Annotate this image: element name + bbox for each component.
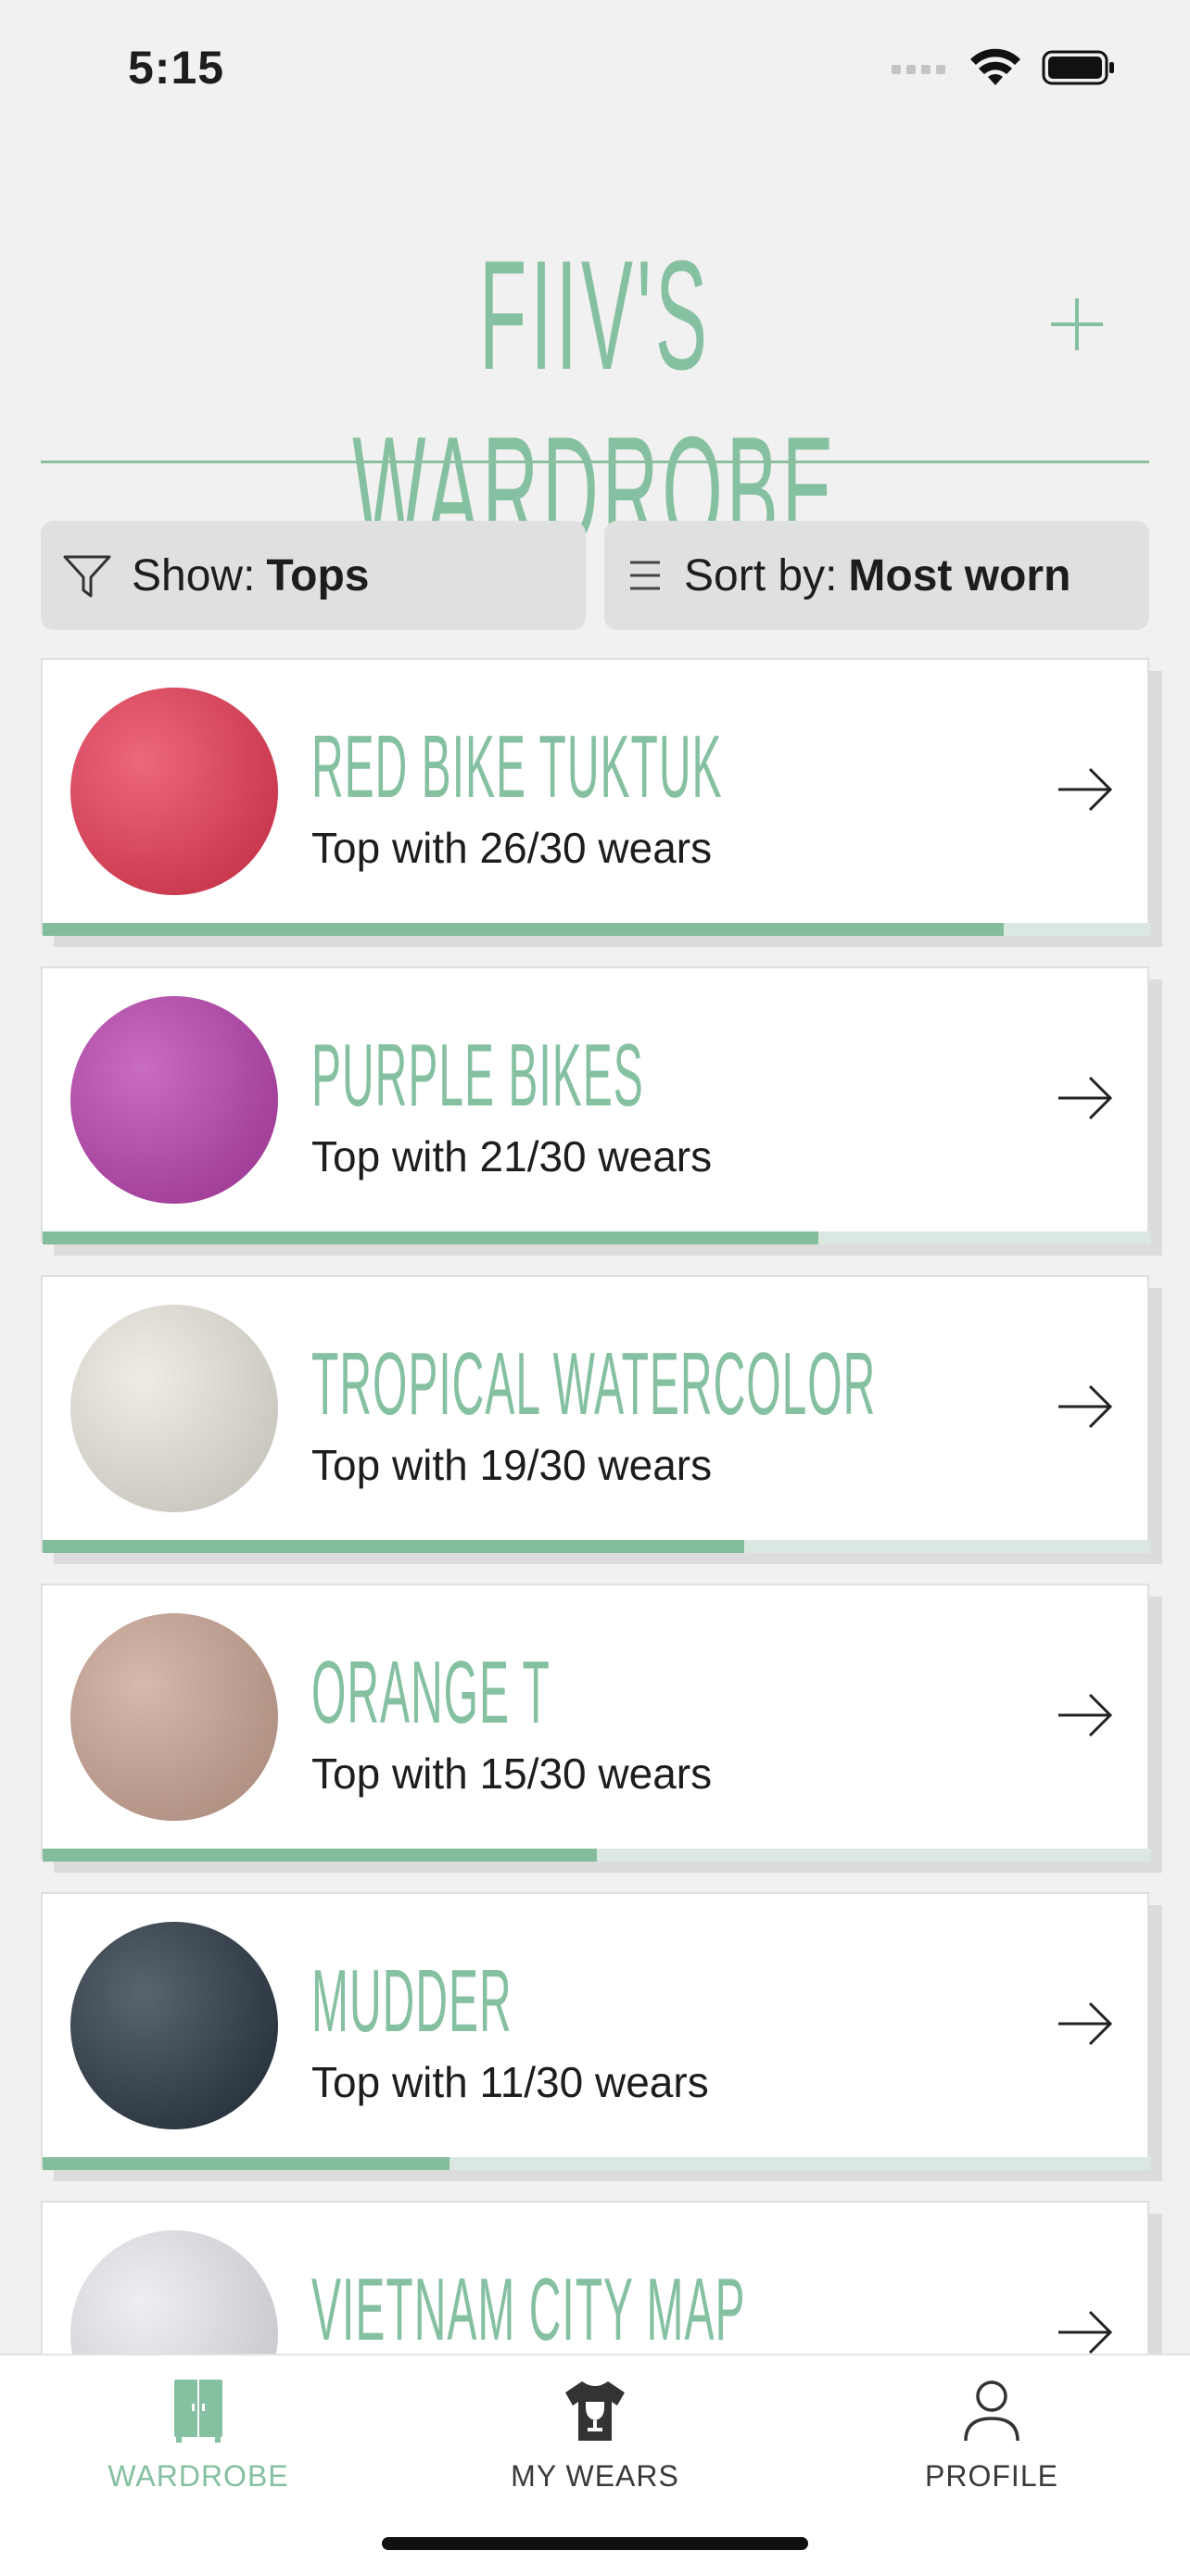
show-filter-button[interactable]: Show: Tops: [41, 521, 586, 630]
list-item[interactable]: TROPICAL WATERCOLOR Top with 19/30 wears: [41, 1275, 1162, 1564]
wear-progress-track: [43, 2157, 1151, 2170]
status-icons: [892, 44, 1116, 91]
wear-progress-fill: [43, 1540, 745, 1553]
plus-icon: [1051, 298, 1103, 350]
item-wear-count: Top with 21/30 wears: [311, 1132, 713, 1181]
item-name: TROPICAL WATERCOLOR: [311, 1334, 877, 1433]
cellular-signal-icon: [892, 65, 945, 74]
tshirt-trophy-icon: [565, 2381, 625, 2441]
arrow-right-icon[interactable]: [1053, 757, 1118, 822]
item-name: MUDDER: [311, 1951, 513, 2051]
show-filter-label: Show:: [132, 550, 256, 600]
card-face: RED BIKE TUKTUK Top with 26/30 wears: [41, 658, 1151, 936]
wardrobe-icon: [174, 2380, 222, 2443]
item-thumbnail: [70, 996, 278, 1204]
list-item[interactable]: MUDDER Top with 11/30 wears: [41, 1892, 1162, 2181]
wifi-icon: [970, 48, 1020, 85]
wear-progress-track: [43, 923, 1151, 936]
item-wear-count: Top with 11/30 wears: [311, 2058, 709, 2106]
list-item[interactable]: ORANGE T Top with 15/30 wears: [41, 1584, 1162, 1873]
wear-progress-track: [43, 1849, 1151, 1862]
status-time: 5:15: [128, 42, 225, 94]
wear-progress-fill: [43, 923, 1004, 936]
item-name: RED BIKE TUKTUK: [311, 717, 723, 816]
tab-my-wears-label: MY WEARS: [511, 2459, 679, 2493]
wear-progress-fill: [43, 2157, 449, 2170]
item-wear-count: Top with 19/30 wears: [311, 1441, 713, 1489]
card-face: ORANGE T Top with 15/30 wears: [41, 1584, 1151, 1862]
list-item[interactable]: RED BIKE TUKTUK Top with 26/30 wears: [41, 658, 1162, 947]
filter-icon: [61, 549, 113, 601]
sort-lines-icon: [625, 555, 665, 596]
tab-profile-label: PROFILE: [925, 2459, 1058, 2493]
add-item-button[interactable]: [1040, 287, 1114, 361]
wear-progress-track: [43, 1540, 1151, 1553]
sort-value: Most worn: [848, 550, 1071, 600]
item-thumbnail: [70, 2230, 278, 2354]
battery-icon: [1042, 50, 1114, 85]
card-face: PURPLE BIKES Top with 21/30 wears: [41, 966, 1151, 1244]
wear-progress-track: [43, 1231, 1151, 1244]
item-name: ORANGE T: [311, 1643, 551, 1742]
arrow-right-icon[interactable]: [1053, 1991, 1118, 2056]
item-name: VIETNAM CITY MAP: [311, 2260, 746, 2355]
card-face: TROPICAL WATERCOLOR Top with 19/30 wears: [41, 1275, 1151, 1553]
wardrobe-list[interactable]: RED BIKE TUKTUK Top with 26/30 wears PURPL…: [41, 658, 1166, 2354]
item-thumbnail: [70, 1305, 278, 1512]
item-thumbnail: [70, 688, 278, 895]
item-wear-count: Top with 26/30 wears: [311, 824, 713, 872]
item-name: PURPLE BIKES: [311, 1026, 644, 1125]
card-face: VIETNAM CITY MAP: [41, 2201, 1149, 2354]
arrow-right-icon[interactable]: [1053, 1066, 1118, 1130]
sort-label: Sort by:: [684, 550, 838, 600]
sort-button[interactable]: Sort by: Most worn: [604, 521, 1149, 630]
list-item[interactable]: VIETNAM CITY MAP: [41, 2201, 1162, 2354]
list-item[interactable]: PURPLE BIKES Top with 21/30 wears: [41, 966, 1162, 1256]
item-thumbnail: [70, 1613, 278, 1821]
tab-wardrobe-label: WARDROBE: [108, 2459, 289, 2493]
wear-progress-fill: [43, 1849, 597, 1862]
arrow-right-icon[interactable]: [1053, 1374, 1118, 1439]
person-icon: [964, 2380, 1019, 2442]
show-filter-value: Tops: [266, 550, 370, 600]
item-wear-count: Top with 15/30 wears: [311, 1749, 713, 1798]
header-divider: [41, 461, 1149, 463]
home-indicator[interactable]: [382, 2537, 808, 2550]
item-thumbnail: [70, 1922, 278, 2129]
card-face: MUDDER Top with 11/30 wears: [41, 1892, 1151, 2170]
arrow-right-icon[interactable]: [1053, 1683, 1118, 1748]
wear-progress-fill: [43, 1231, 819, 1244]
arrow-right-icon[interactable]: [1053, 2300, 1118, 2354]
